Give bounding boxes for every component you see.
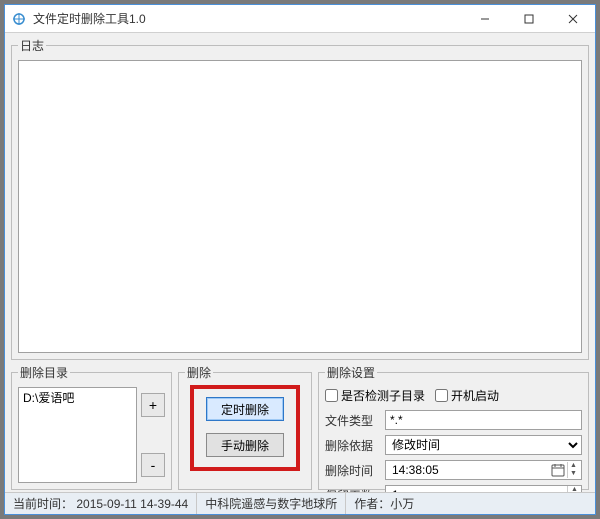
- delete-actions-group: 删除 定时删除 手动删除: [178, 364, 312, 490]
- basis-label: 删除依据: [325, 437, 381, 454]
- log-legend: 日志: [18, 37, 46, 54]
- directory-list[interactable]: D:\爱语吧: [18, 387, 137, 483]
- time-spinner: ▲ ▼: [567, 462, 579, 478]
- subdir-label: 是否检测子目录: [341, 387, 425, 404]
- time-down-icon[interactable]: ▼: [567, 470, 579, 478]
- delete-time-input[interactable]: [390, 462, 549, 478]
- autostart-label: 开机启动: [451, 387, 499, 404]
- app-window: 文件定时删除工具1.0 日志 删除目录 D:\爱语吧 + -: [4, 4, 596, 515]
- time-up-icon[interactable]: ▲: [567, 462, 579, 470]
- settings-grid: 是否检测子目录 开机启动 文件类型 删除依据 修改时间 删除时间: [325, 387, 582, 492]
- author-value: 小万: [390, 495, 414, 512]
- status-bar: 当前时间： 2015-09-11 14-39-44 中科院遥感与数字地球所 作者…: [5, 492, 595, 514]
- timed-delete-button[interactable]: 定时删除: [206, 397, 284, 421]
- delete-dir-group: 删除目录 D:\爱语吧 + -: [11, 364, 172, 490]
- log-group: 日志: [11, 37, 589, 360]
- current-time-label: 当前时间：: [13, 495, 73, 512]
- status-author: 作者： 小万: [346, 493, 595, 514]
- title-bar: 文件定时删除工具1.0: [5, 5, 595, 33]
- time-label: 删除时间: [325, 462, 381, 479]
- minimize-button[interactable]: [463, 5, 507, 33]
- add-dir-button[interactable]: +: [141, 393, 165, 417]
- status-current-time: 当前时间： 2015-09-11 14-39-44: [5, 493, 197, 514]
- delete-dir-legend: 删除目录: [18, 364, 70, 381]
- dir-buttons: + -: [141, 387, 165, 483]
- filetype-label: 文件类型: [325, 412, 381, 429]
- filetype-input[interactable]: [385, 410, 582, 430]
- keepdays-stepper[interactable]: ▲ ▼: [385, 485, 582, 492]
- current-time-value: 2015-09-11 14-39-44: [76, 497, 188, 511]
- subdir-checkbox[interactable]: [325, 389, 338, 402]
- manual-delete-button[interactable]: 手动删除: [206, 433, 284, 457]
- client-area: 日志 删除目录 D:\爱语吧 + - 删除 定时删除 手动删除: [5, 33, 595, 492]
- calendar-icon[interactable]: [551, 463, 565, 477]
- delete-settings-group: 删除设置 是否检测子目录 开机启动 文件类型 删除: [318, 364, 589, 490]
- delete-actions-legend: 删除: [185, 364, 213, 381]
- app-icon: [11, 11, 27, 27]
- maximize-button[interactable]: [507, 5, 551, 33]
- delete-settings-legend: 删除设置: [325, 364, 377, 381]
- status-org: 中科院遥感与数字地球所: [197, 493, 346, 514]
- checkbox-row: 是否检测子目录 开机启动: [325, 387, 582, 404]
- highlight-box: 定时删除 手动删除: [190, 385, 300, 471]
- window-title: 文件定时删除工具1.0: [33, 10, 146, 27]
- author-label: 作者：: [354, 495, 390, 512]
- delete-time-picker[interactable]: ▲ ▼: [385, 460, 582, 480]
- lower-row: 删除目录 D:\爱语吧 + - 删除 定时删除 手动删除 删除设置: [11, 364, 589, 490]
- list-item[interactable]: D:\爱语吧: [23, 390, 132, 406]
- subdir-checkbox-wrap[interactable]: 是否检测子目录: [325, 387, 425, 404]
- autostart-checkbox[interactable]: [435, 389, 448, 402]
- close-button[interactable]: [551, 5, 595, 33]
- basis-select[interactable]: 修改时间: [385, 435, 582, 455]
- log-textarea[interactable]: [18, 60, 582, 353]
- remove-dir-button[interactable]: -: [141, 453, 165, 477]
- autostart-checkbox-wrap[interactable]: 开机启动: [435, 387, 499, 404]
